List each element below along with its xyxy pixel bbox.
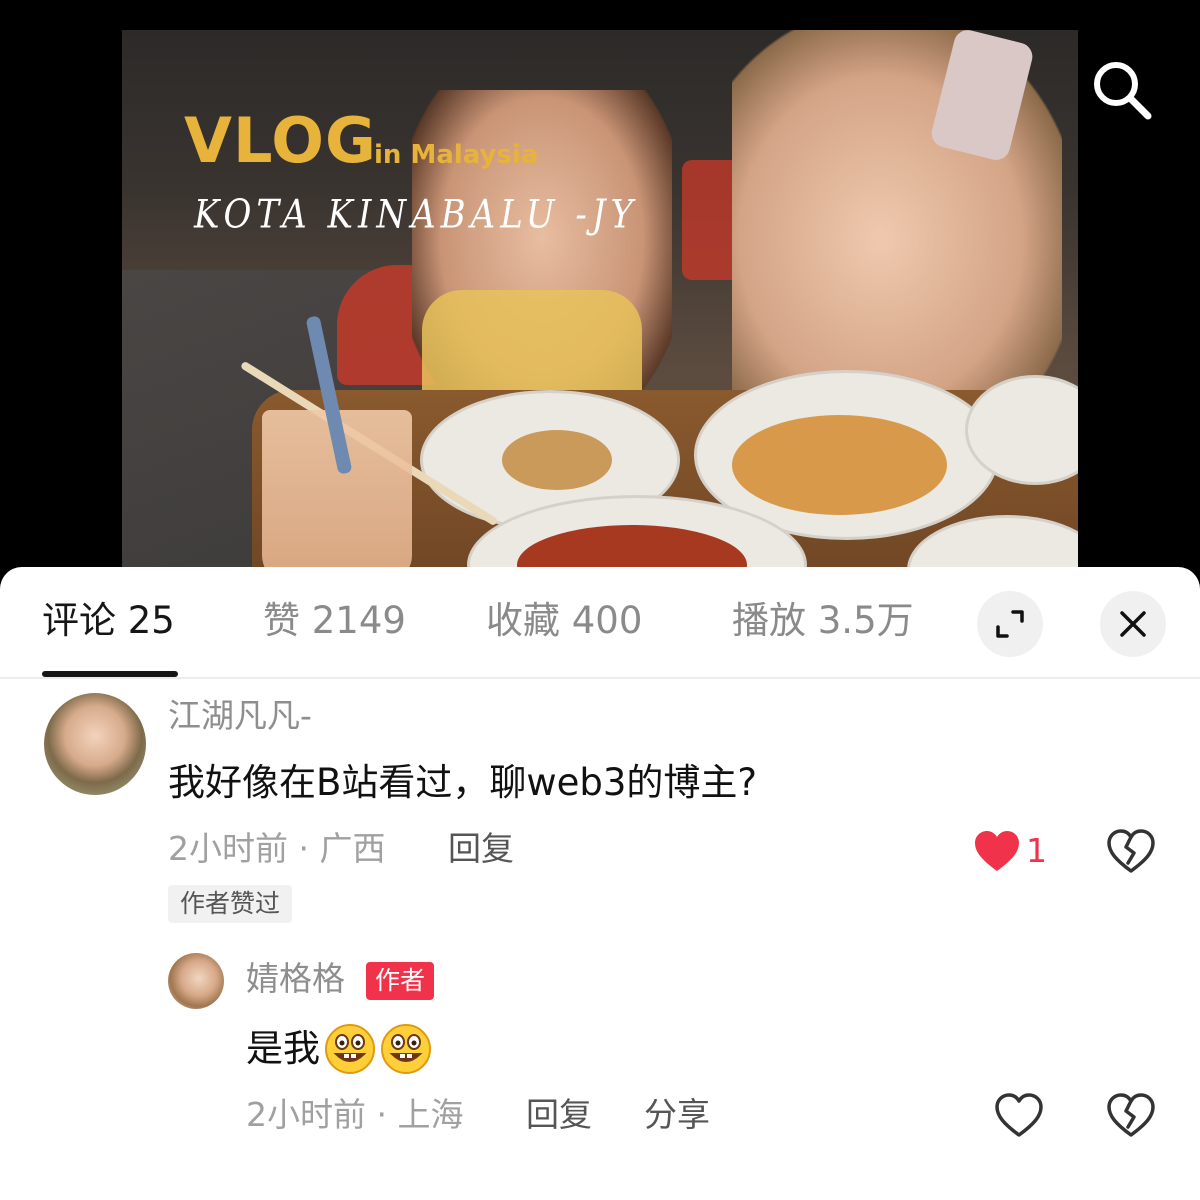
share-button[interactable]: 分享 (644, 1096, 710, 1133)
reply-text: 是我 (246, 1026, 320, 1070)
like-button[interactable] (994, 1091, 1044, 1141)
video-area[interactable]: VLOG in Malaysia KOTA KINABALU -JY (0, 0, 1200, 600)
heart-outline-icon (995, 1093, 1043, 1137)
comments-panel: 评论 25 赞 2149 收藏 400 播放 3.5万 江湖凡凡- 我好像在B站… (0, 567, 1200, 1200)
tab-plays[interactable]: 播放 3.5万 (732, 600, 914, 642)
video-food (732, 415, 947, 515)
vlog-location-caption: KOTA KINABALU -JY (194, 192, 638, 238)
broken-heart-icon (1107, 829, 1155, 873)
tab-favorites[interactable]: 收藏 400 (486, 600, 642, 642)
active-tab-underline (42, 671, 178, 677)
video-frame[interactable]: VLOG in Malaysia KOTA KINABALU -JY (122, 30, 1078, 575)
video-food (502, 430, 612, 490)
broken-heart-icon (1107, 1093, 1155, 1137)
comment-username[interactable]: 江湖凡凡- (168, 697, 312, 734)
avatar[interactable] (44, 693, 146, 795)
tab-likes[interactable]: 赞 2149 (263, 600, 406, 642)
heart-filled-icon (975, 831, 1019, 871)
reply-username[interactable]: 婧格格 (246, 960, 345, 997)
like-count: 1 (1026, 831, 1047, 870)
avatar[interactable] (168, 953, 224, 1009)
panel-tabs: 评论 25 赞 2149 收藏 400 播放 3.5万 (0, 567, 1200, 679)
comment-meta: 2小时前 · 广西 (168, 829, 386, 868)
expand-icon (996, 610, 1024, 638)
search-icon (1094, 62, 1152, 120)
author-tag: 作者 (366, 962, 435, 1000)
tab-comments[interactable]: 评论 25 (42, 600, 175, 642)
vlog-title: VLOG (184, 104, 377, 177)
comment-text: 我好像在B站看过，聊web3的博主? (168, 761, 758, 804)
grinning-face-emoji-icon (381, 1024, 431, 1074)
search-button[interactable] (1088, 56, 1156, 124)
reply-button[interactable]: 回复 (526, 1096, 592, 1133)
reply-content: 是我 (246, 1023, 432, 1075)
author-liked-badge: 作者赞过 (168, 885, 293, 923)
vlog-subtitle: in Malaysia (374, 140, 539, 170)
dislike-button[interactable] (1106, 1091, 1156, 1141)
grinning-face-emoji-icon (325, 1024, 375, 1074)
reply-meta: 2小时前 · 上海 (246, 1095, 464, 1134)
close-icon (1120, 611, 1146, 637)
expand-button[interactable] (977, 591, 1043, 657)
like-button[interactable] (972, 827, 1022, 877)
close-button[interactable] (1100, 591, 1166, 657)
reply-button[interactable]: 回复 (448, 830, 514, 867)
dislike-button[interactable] (1106, 827, 1156, 877)
